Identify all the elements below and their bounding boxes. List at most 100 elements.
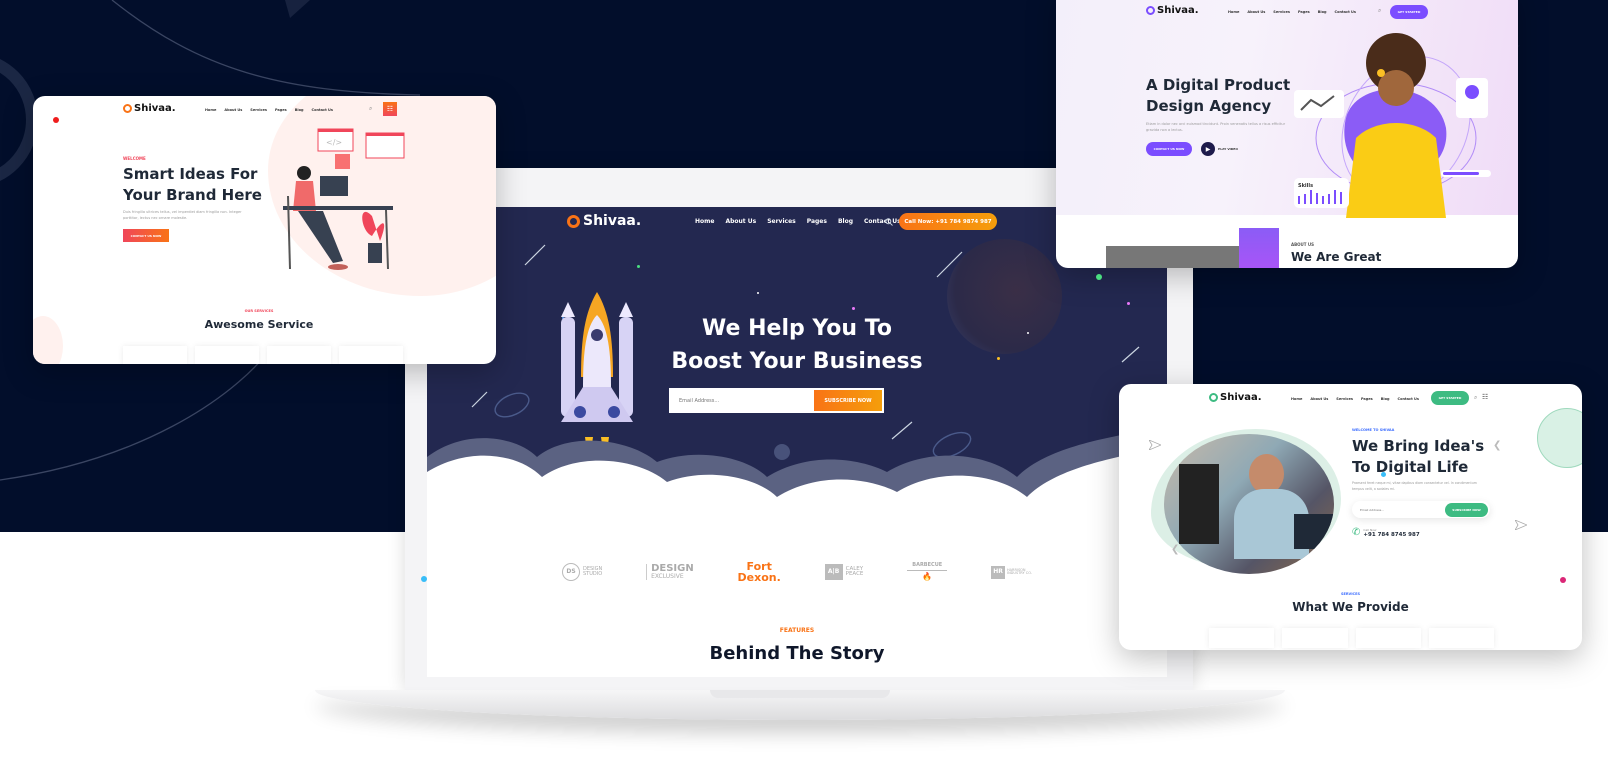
logo[interactable]: Shivaa. bbox=[1209, 392, 1262, 403]
get-started-button[interactable]: GET STARTED bbox=[1390, 5, 1428, 19]
subscribe-button[interactable]: SUBSCRIBE NOW bbox=[814, 390, 882, 411]
get-started-button[interactable]: GET STARTED bbox=[1431, 391, 1469, 405]
features-eyebrow: FEATURES bbox=[779, 627, 815, 634]
brand-logo: DESIGN EXCLUSIVE bbox=[646, 564, 694, 580]
logo-icon bbox=[123, 104, 132, 113]
hero-title: We Help You To Boost Your Business bbox=[647, 312, 947, 378]
eyebrow: WELCOME bbox=[123, 156, 146, 161]
nav-link[interactable]: Home bbox=[205, 108, 216, 112]
brand-logo: HR HARRISON INDUSTRY CO. bbox=[991, 565, 1032, 579]
nav-link[interactable]: Services bbox=[1273, 10, 1290, 14]
services-eyebrow: SERVICES bbox=[1340, 592, 1361, 596]
subscribe-form: SUBSCRIBE NOW bbox=[1352, 501, 1490, 518]
nav-link[interactable]: About Us bbox=[1247, 10, 1265, 14]
man-at-computer-photo bbox=[1164, 434, 1334, 574]
paper-plane-icon bbox=[1515, 520, 1527, 530]
search-icon[interactable]: ⌕ bbox=[1378, 7, 1381, 15]
grid-icon[interactable]: ☷ bbox=[1482, 393, 1488, 401]
nav-link-pages[interactable]: Pages bbox=[807, 218, 827, 225]
call-now-button[interactable]: Call Now: +91 784 9874 987 bbox=[899, 213, 997, 230]
email-input[interactable] bbox=[669, 388, 812, 413]
nav-link-about[interactable]: About Us bbox=[725, 218, 756, 225]
contact-button[interactable]: CONTACT US NOW bbox=[1146, 142, 1192, 156]
nav-link[interactable]: Home bbox=[1291, 397, 1302, 401]
service-card[interactable] bbox=[339, 346, 403, 364]
nav-link-services[interactable]: Services bbox=[767, 218, 796, 225]
about-title: We Are Great bbox=[1291, 250, 1382, 264]
magenta-dot bbox=[1560, 577, 1566, 583]
nav-links: Home About Us Services Pages Blog Contac… bbox=[1291, 397, 1419, 401]
about-accent-block bbox=[1239, 228, 1279, 268]
eyebrow: WELCOME TO SHIVAA bbox=[1352, 428, 1395, 432]
nav-link[interactable]: Home bbox=[1228, 10, 1239, 14]
clouds-illustration bbox=[427, 427, 1167, 537]
search-icon[interactable]: ⌕ bbox=[369, 105, 372, 113]
green-dot bbox=[1096, 274, 1102, 280]
hero-title-line2: Boost Your Business bbox=[671, 349, 923, 374]
nav-link[interactable]: Pages bbox=[1361, 397, 1373, 401]
search-icon[interactable]: ⌕ bbox=[1474, 394, 1477, 402]
laptop-screen: Shivaa. Home About Us Services Pages Blo… bbox=[427, 207, 1167, 677]
nav-link[interactable]: Blog bbox=[1381, 397, 1390, 401]
brand-logo-fort-dexon: Fort Dexon. bbox=[737, 560, 781, 584]
nav-link[interactable]: About Us bbox=[224, 108, 242, 112]
call-now[interactable]: ✆ Call Now +91 784 8745 987 bbox=[1352, 527, 1420, 538]
service-cards bbox=[123, 346, 403, 364]
prev-arrow-icon[interactable]: ❮ bbox=[1171, 544, 1179, 555]
subscribe-form: SUBSCRIBE NOW bbox=[669, 388, 884, 413]
contact-button[interactable]: CONTACT US NOW bbox=[123, 229, 169, 242]
logo[interactable]: Shivaa. bbox=[567, 213, 641, 229]
logo-text: Shivaa. bbox=[134, 103, 176, 114]
brand-logo: A|B CALEY PEACE bbox=[824, 564, 863, 580]
logo-icon bbox=[567, 214, 580, 228]
nav-link[interactable]: Pages bbox=[1298, 10, 1310, 14]
nav-link[interactable]: Contact Us bbox=[312, 108, 333, 112]
play-icon: ▶ bbox=[1201, 142, 1215, 156]
service-card[interactable] bbox=[195, 346, 259, 364]
nav-link-blog[interactable]: Blog bbox=[838, 218, 853, 225]
nav-link[interactable]: Contact Us bbox=[1398, 397, 1419, 401]
search-icon[interactable] bbox=[885, 218, 893, 226]
nav-link-contact[interactable]: Contact Us bbox=[864, 218, 901, 225]
service-card[interactable] bbox=[123, 346, 187, 364]
service-card[interactable] bbox=[1355, 628, 1421, 648]
menu-button[interactable]: ☷ bbox=[383, 102, 397, 116]
hero-title: Smart Ideas For Your Brand Here bbox=[123, 165, 262, 204]
nav-link[interactable]: Services bbox=[250, 108, 267, 112]
nav-link[interactable]: Services bbox=[1336, 397, 1353, 401]
service-card[interactable] bbox=[1209, 628, 1275, 648]
preview-card-digital-product[interactable]: Shivaa. Home About Us Services Pages Blo… bbox=[1056, 0, 1518, 268]
hero-body: Duis fringilla ultrices tellus, vel impe… bbox=[123, 210, 242, 220]
hero-body: Etiam in dolor nec orci euismod tincidun… bbox=[1146, 122, 1286, 132]
preview-card-smart-ideas[interactable]: Shivaa. Home About Us Services Pages Blo… bbox=[33, 96, 496, 364]
email-input[interactable] bbox=[1352, 507, 1445, 512]
nav-links: Home About Us Services Pages Blog Contac… bbox=[695, 218, 901, 225]
service-card[interactable] bbox=[1282, 628, 1348, 648]
features-title: Behind The Story bbox=[709, 643, 885, 664]
service-card[interactable] bbox=[1428, 628, 1494, 648]
hero-title: A Digital Product Design Agency bbox=[1146, 76, 1291, 115]
red-dot bbox=[53, 117, 59, 123]
nav-link[interactable]: Pages bbox=[275, 108, 287, 112]
services-title: Awesome Service bbox=[204, 318, 314, 331]
cyan-dot bbox=[421, 576, 427, 582]
nav-link[interactable]: Blog bbox=[1318, 10, 1327, 14]
nav-link[interactable]: Blog bbox=[295, 108, 304, 112]
prev-arrow-icon[interactable]: ❮ bbox=[1493, 440, 1501, 451]
service-card[interactable] bbox=[267, 346, 331, 364]
subscribe-button[interactable]: SUBSCRIBE NOW bbox=[1445, 502, 1488, 517]
woman-yellow-sweater-illustration: Skills bbox=[1294, 33, 1491, 218]
nav-link[interactable]: Contact Us bbox=[1335, 10, 1356, 14]
logo[interactable]: Shivaa. bbox=[1146, 5, 1199, 16]
logo-icon bbox=[1146, 6, 1155, 15]
laptop-notch bbox=[710, 690, 890, 698]
preview-card-digital-life[interactable]: Shivaa. Home About Us Services Pages Blo… bbox=[1119, 384, 1582, 650]
woman-at-desk-illustration: </> bbox=[283, 128, 405, 270]
play-video-button[interactable]: ▶ PLAY VIDEO bbox=[1201, 142, 1238, 156]
nav-link[interactable]: About Us bbox=[1310, 397, 1328, 401]
logo-text: Shivaa. bbox=[583, 213, 642, 229]
logo[interactable]: Shivaa. bbox=[123, 103, 176, 114]
nav-link-home[interactable]: Home bbox=[695, 218, 714, 225]
svg-text:</>: </> bbox=[326, 138, 342, 147]
about-eyebrow: ABOUT US bbox=[1291, 242, 1315, 247]
